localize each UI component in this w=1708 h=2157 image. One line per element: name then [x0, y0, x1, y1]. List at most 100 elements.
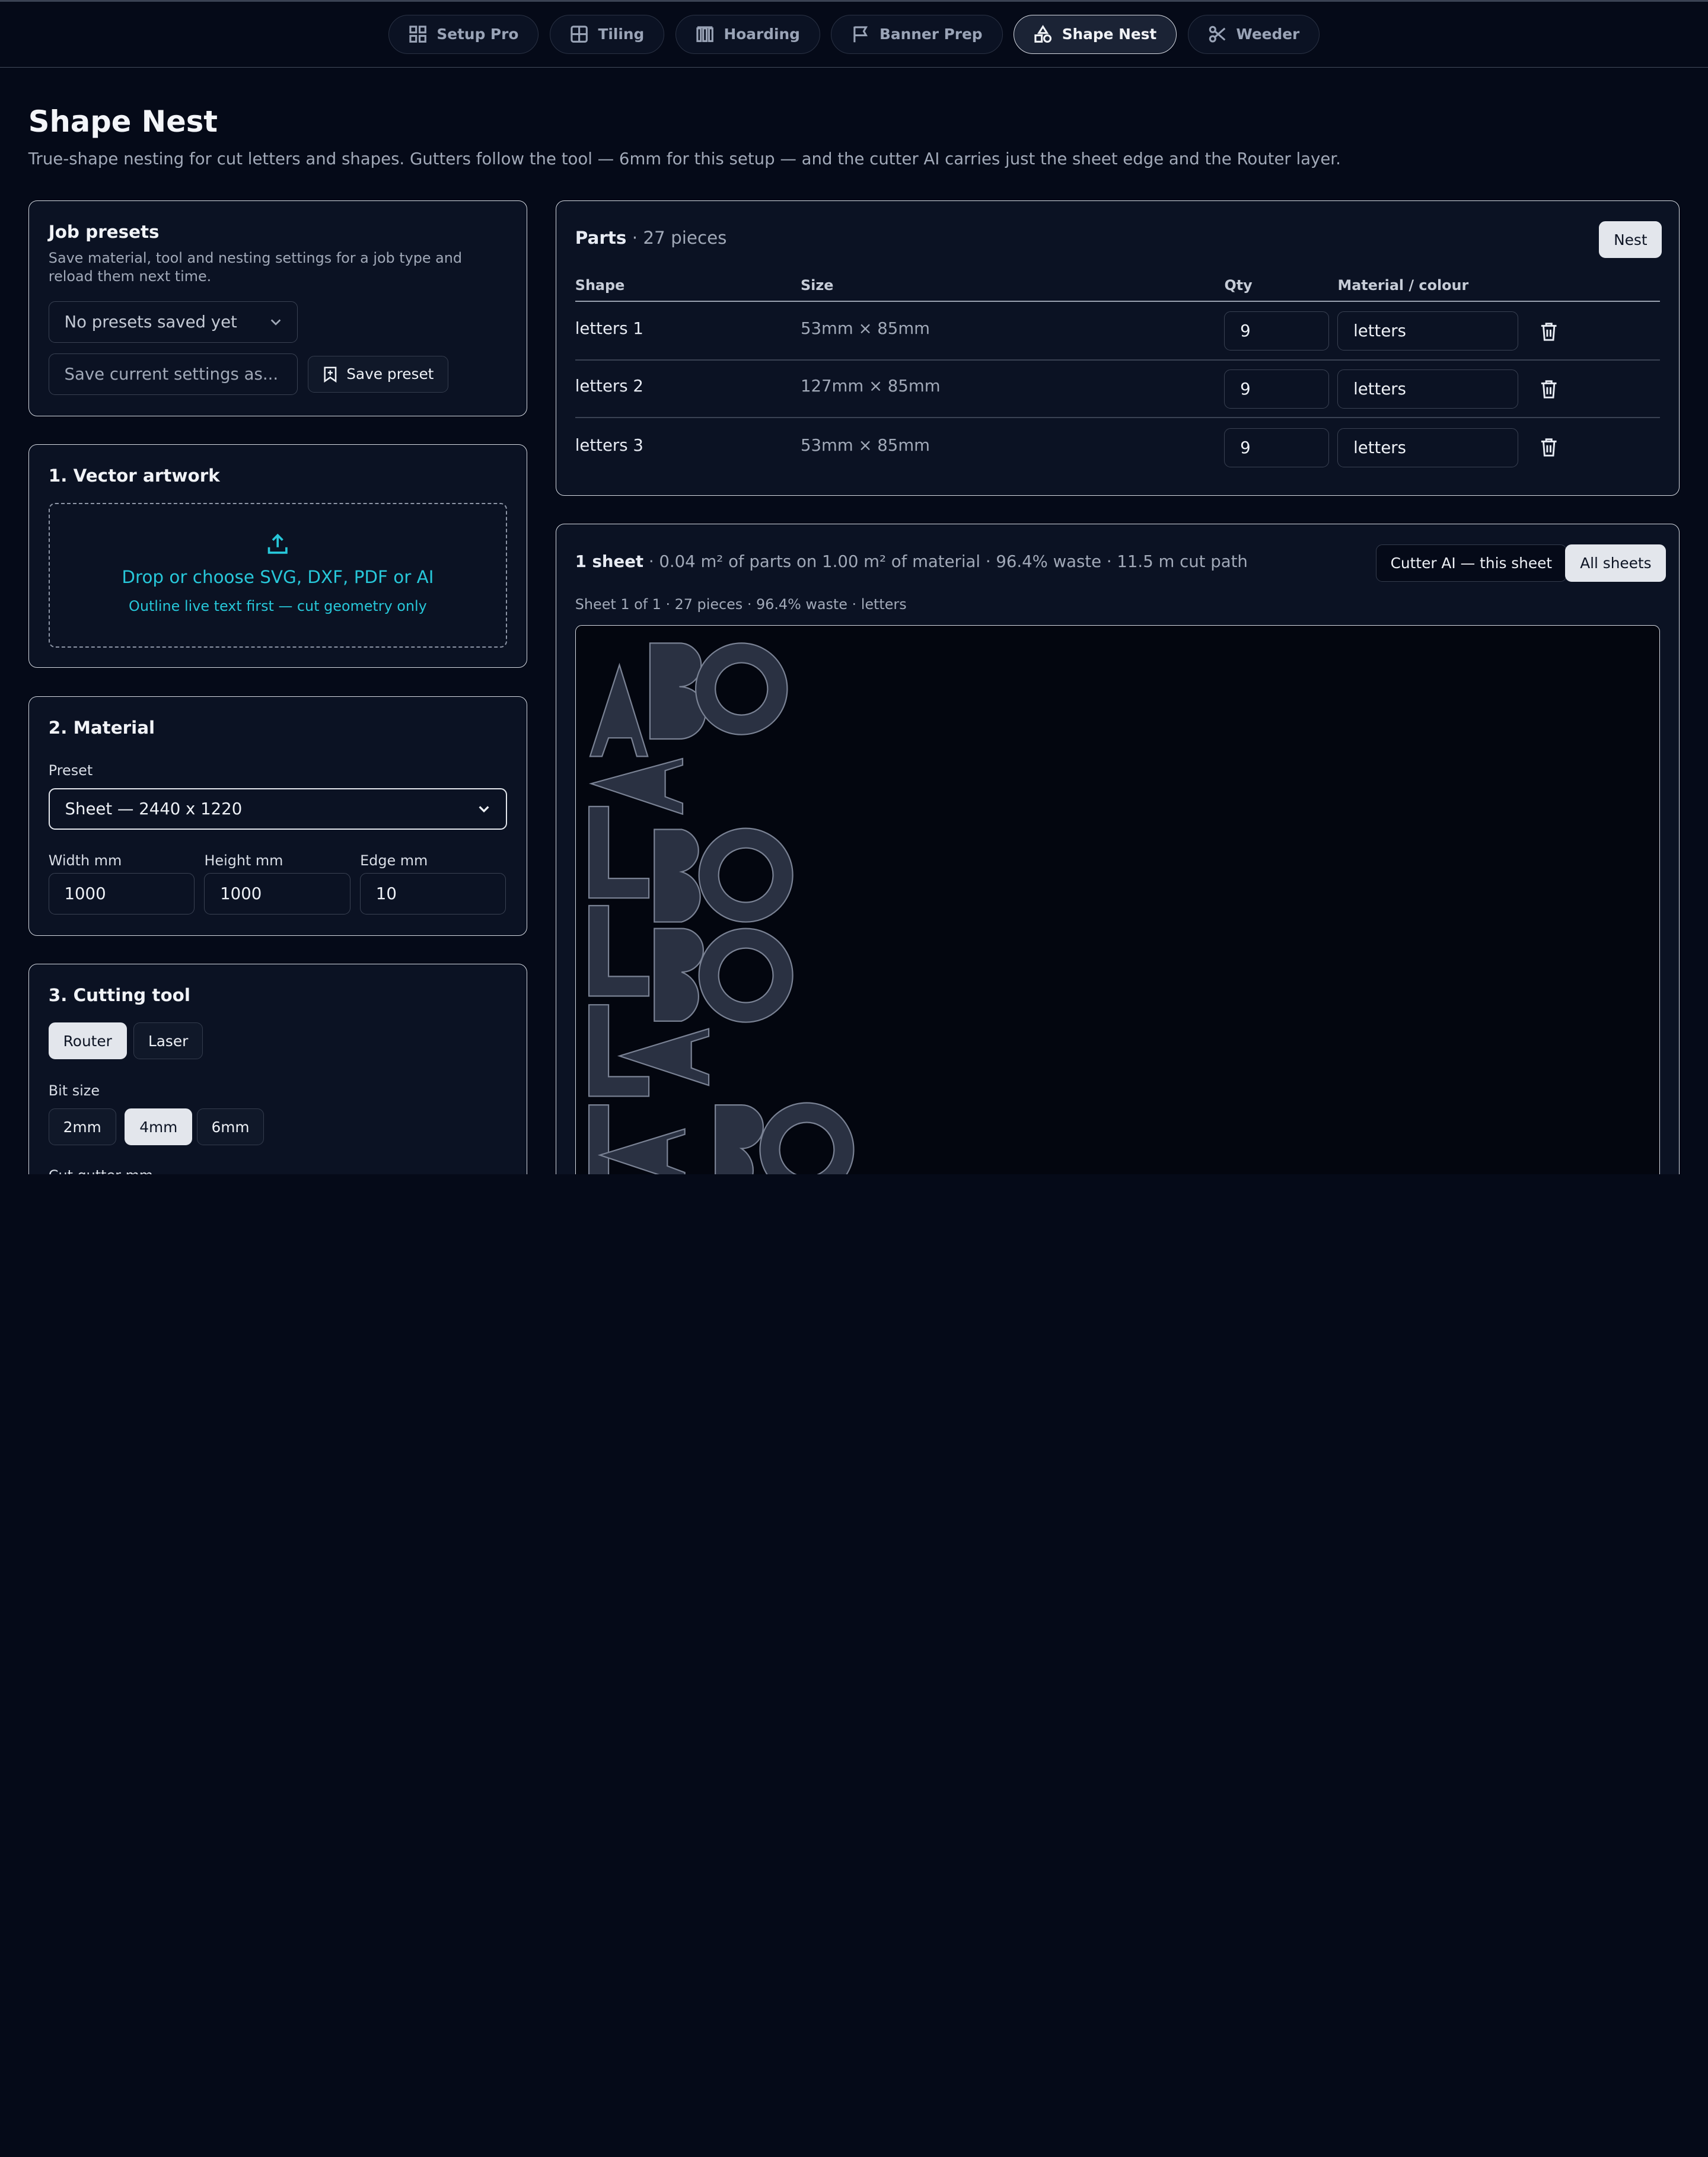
top-tab-bar: Setup Pro Tiling Hoarding Banner Prep Sh… [0, 0, 1708, 68]
chevron-down-icon [479, 805, 489, 813]
letter-a-rotated [588, 757, 683, 815]
part-qty-input[interactable]: 9 [1224, 311, 1329, 351]
tab-label: Tiling [598, 26, 645, 43]
card-title: 3. Cutting tool [48, 985, 190, 1006]
letter-o [698, 827, 794, 923]
column-header-size: Size [800, 276, 834, 294]
tab-weeder[interactable]: Weeder [1187, 14, 1320, 54]
job-presets-card: Job presets Save material, tool and nest… [28, 200, 527, 416]
upload-icon [267, 534, 288, 555]
width-label: Width mm [48, 852, 122, 869]
part-size: 53mm × 85mm [800, 319, 931, 339]
nested-letters-drawing [588, 642, 855, 1174]
table-row-divider [575, 417, 1661, 419]
letter-l [588, 905, 649, 997]
part-shape: letters 1 [575, 319, 643, 339]
height-input[interactable]: 1000 [204, 873, 350, 915]
card-title: 1. Vector artwork [48, 466, 220, 486]
height-label: Height mm [204, 852, 283, 869]
letter-b [653, 829, 701, 923]
save-preset-button[interactable]: Save preset [307, 355, 449, 393]
table-header-divider [575, 300, 1661, 302]
material-preset-value: Sheet — 2440 x 1220 [65, 799, 243, 818]
preset-name-input[interactable]: Save current settings as... [48, 353, 298, 395]
edge-input[interactable]: 10 [360, 873, 506, 915]
part-material: letters [1353, 321, 1406, 341]
part-qty-input[interactable]: 9 [1224, 369, 1329, 409]
height-value: 1000 [220, 884, 262, 904]
cut-gutter-label: Cut gutter mm [49, 1167, 153, 1174]
tab-shape-nest[interactable]: Shape Nest [1013, 14, 1177, 54]
letter-o [694, 642, 788, 735]
tab-label: Weeder [1236, 26, 1300, 43]
bit-2mm-button[interactable]: 2mm [48, 1108, 116, 1146]
preset-select[interactable]: No presets saved yet [48, 301, 298, 343]
all-sheets-button[interactable]: All sheets [1565, 544, 1666, 582]
material-card: 2. Material Preset Sheet — 2440 x 1220 W… [28, 696, 527, 936]
column-header-shape: Shape [575, 276, 625, 294]
tab-hoarding[interactable]: Hoarding [675, 14, 820, 54]
table-row-divider [575, 359, 1661, 361]
letter-o [759, 1102, 855, 1174]
parts-title: Parts · 27 pieces [575, 228, 727, 248]
letter-l [588, 1104, 609, 1174]
preset-label: Preset [48, 762, 93, 779]
nest-button[interactable]: Nest [1599, 221, 1662, 259]
bit-4mm-button[interactable]: 4mm [125, 1108, 193, 1146]
part-material-input[interactable]: letters [1337, 311, 1519, 351]
trash-icon[interactable] [1540, 321, 1557, 341]
card-title: Job presets [48, 221, 160, 242]
tab-banner-prep[interactable]: Banner Prep [831, 14, 1003, 54]
part-size: 127mm × 85mm [800, 377, 941, 396]
part-shape: letters 2 [575, 377, 643, 396]
letter-a [589, 662, 649, 757]
card-title: 2. Material [48, 717, 155, 738]
width-input[interactable]: 1000 [48, 873, 195, 915]
tiles-icon [571, 26, 588, 43]
shape-nest-page: Setup Pro Tiling Hoarding Banner Prep Sh… [0, 0, 1708, 1174]
trash-icon[interactable] [1540, 437, 1557, 457]
tool-router-button[interactable]: Router [48, 1022, 127, 1060]
artwork-dropzone[interactable]: Drop or choose SVG, DXF, PDF or AI Outli… [48, 502, 508, 648]
tab-setup-pro[interactable]: Setup Pro [388, 14, 539, 54]
hoarding-icon [696, 26, 713, 43]
result-stats: · 0.04 m² of parts on 1.00 m² of materia… [648, 552, 1248, 572]
part-shape: letters 3 [575, 435, 643, 455]
part-material-input[interactable]: letters [1337, 428, 1519, 467]
letter-a-rotated [597, 1128, 686, 1174]
column-header-qty: Qty [1224, 276, 1253, 294]
preset-name-placeholder: Save current settings as... [64, 364, 279, 384]
preset-select-value: No presets saved yet [64, 312, 237, 332]
bit-6mm-button[interactable]: 6mm [196, 1108, 265, 1146]
tool-laser-button[interactable]: Laser [133, 1022, 203, 1060]
tab-label: Shape Nest [1062, 26, 1157, 43]
bit-size-label: Bit size [48, 1082, 100, 1099]
material-preset-select[interactable]: Sheet — 2440 x 1220 [48, 788, 508, 830]
width-value: 1000 [64, 884, 106, 904]
scissors-icon [1209, 26, 1225, 43]
tab-label: Setup Pro [436, 26, 519, 43]
tab-tiling[interactable]: Tiling [549, 14, 665, 54]
result-summary: 1 sheet · 0.04 m² of parts on 1.00 m² of… [575, 552, 1248, 571]
dropzone-hint: Outline live text first — cut geometry o… [129, 598, 427, 615]
sheet-caption: Sheet 1 of 1 · 27 pieces · 96.4% waste ·… [575, 595, 907, 613]
part-size: 53mm × 85mm [800, 435, 931, 455]
part-material-input[interactable]: letters [1337, 369, 1519, 409]
letter-l [588, 806, 649, 899]
save-preset-label: Save preset [346, 365, 434, 383]
part-material: letters [1353, 379, 1406, 399]
letter-o [698, 928, 794, 1023]
trash-icon[interactable] [1540, 379, 1557, 399]
tab-label: Hoarding [724, 26, 800, 43]
bookmark-plus-icon [324, 367, 337, 383]
cutting-tool-card: 3. Cutting tool Router Laser Bit size 2m… [28, 964, 527, 1174]
part-qty: 9 [1240, 379, 1251, 399]
sheet-count: 1 sheet [575, 552, 644, 572]
vector-artwork-card: 1. Vector artwork Drop or choose SVG, DX… [28, 444, 527, 668]
shapes-icon [1034, 25, 1052, 43]
cutter-ai-sheet-button[interactable]: Cutter AI — this sheet [1375, 544, 1567, 582]
part-material: letters [1353, 438, 1406, 457]
part-qty-input[interactable]: 9 [1224, 428, 1329, 467]
parts-heading: Parts [575, 227, 627, 248]
tab-label: Banner Prep [880, 26, 983, 43]
